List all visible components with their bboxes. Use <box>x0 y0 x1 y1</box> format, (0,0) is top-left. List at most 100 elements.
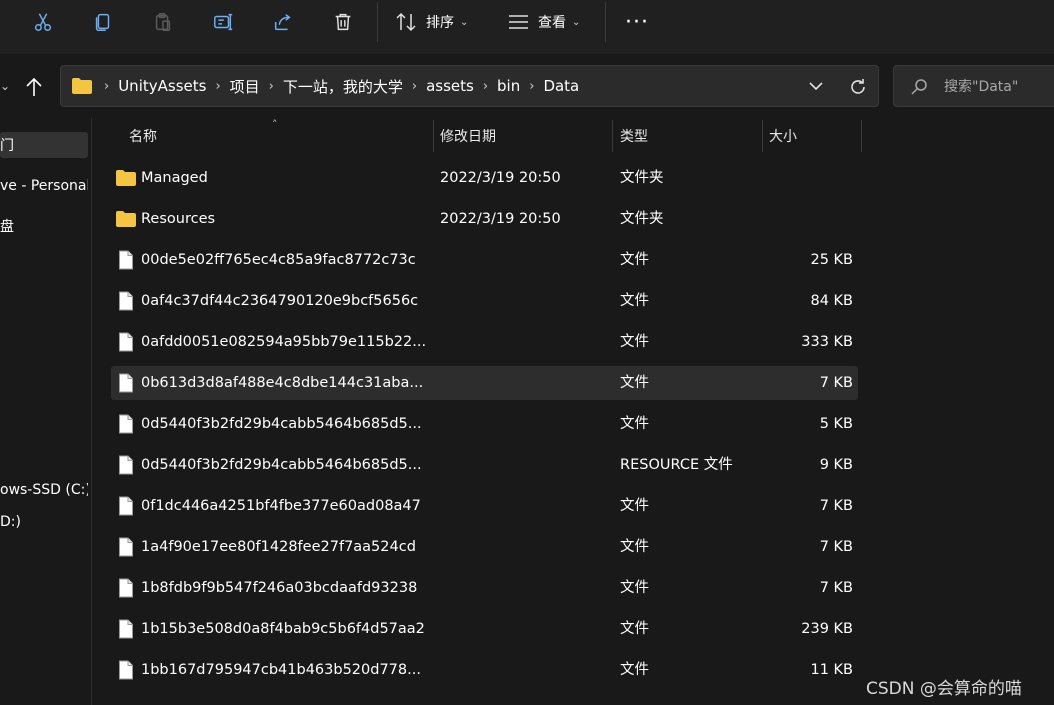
file-size <box>761 202 853 236</box>
view-icon <box>509 15 528 29</box>
sidebar-item-label: D:) <box>0 514 21 530</box>
file-type: 文件 <box>620 539 649 555</box>
file-row[interactable]: 1a4f90e17ee80f1428fee27f7aa524cd 文件 7 KB <box>111 530 858 564</box>
breadcrumb-item[interactable]: Data <box>543 77 579 95</box>
view-label: 查看 <box>538 15 566 31</box>
chevron-right-icon[interactable]: › <box>412 79 417 94</box>
file-size: 5 KB <box>819 416 853 432</box>
breadcrumb-item[interactable]: UnityAssets <box>118 77 206 95</box>
file-icon <box>119 414 133 434</box>
chevron-right-icon[interactable]: › <box>483 79 488 94</box>
toolbar-separator <box>605 2 606 42</box>
file-modified-date: 2022/3/19 20:50 <box>440 211 561 227</box>
file-type: 文件 <box>620 252 649 268</box>
chevron-right-icon[interactable]: › <box>269 79 274 94</box>
file-icon <box>119 496 133 516</box>
sort-icon <box>396 12 416 32</box>
file-row[interactable]: Resources 2022/3/19 20:50 文件夹 <box>111 202 858 236</box>
file-row[interactable]: 0afdd0051e082594a95bb79e115b22... 文件 333 K… <box>111 325 858 359</box>
file-type: 文件夹 <box>620 211 664 227</box>
watermark: CSDN @会算命的喵 <box>866 679 1022 699</box>
breadcrumb: › UnityAssets › 项目 › 下一站，我的大学 › assets ›… <box>95 66 579 106</box>
refresh-icon[interactable] <box>846 76 870 98</box>
breadcrumb-item[interactable]: bin <box>497 77 520 95</box>
navigation-pane: 门 ve - Personal 盘 ows-SSD (C:) D:) <box>0 118 90 705</box>
file-row[interactable]: 0af4c37df44c2364790120e9bcf5656c 文件 84 KB <box>111 284 858 318</box>
file-icon <box>119 660 133 680</box>
file-name: Managed <box>141 170 208 186</box>
sidebar-item[interactable]: D:) <box>0 509 88 535</box>
file-icon <box>119 537 133 557</box>
sort-menu-button[interactable]: 排序 ⌄ <box>396 8 468 36</box>
chevron-right-icon[interactable]: › <box>215 79 220 94</box>
sidebar-item[interactable]: ve - Personal <box>0 173 88 199</box>
cut-icon[interactable] <box>24 6 62 38</box>
column-separator[interactable] <box>861 120 862 152</box>
chevron-down-icon[interactable]: ⌄ <box>0 79 10 93</box>
file-name: 1b8fdb9f9b547f246a03bcdaafd93238 <box>141 580 418 596</box>
file-icon <box>119 455 133 475</box>
breadcrumb-item[interactable]: 下一站，我的大学 <box>283 76 403 97</box>
address-bar[interactable]: › UnityAssets › 项目 › 下一站，我的大学 › assets ›… <box>60 65 879 107</box>
file-size: 7 KB <box>819 580 853 596</box>
chevron-right-icon: › <box>104 78 110 94</box>
file-icon <box>119 291 133 311</box>
file-row[interactable]: Managed 2022/3/19 20:50 文件夹 <box>111 161 858 195</box>
folder-icon <box>116 170 136 186</box>
pane-divider[interactable] <box>91 118 92 705</box>
more-icon[interactable]: ··· <box>624 8 650 36</box>
search-icon <box>911 79 927 95</box>
share-icon[interactable] <box>264 6 302 38</box>
file-modified-date: 2022/3/19 20:50 <box>440 170 561 186</box>
file-size: 9 KB <box>819 457 853 473</box>
sort-label: 排序 <box>426 15 454 31</box>
file-type: 文件夹 <box>620 170 664 186</box>
file-icon <box>119 332 133 352</box>
folder-icon <box>116 211 136 227</box>
column-date[interactable]: 修改日期 <box>440 120 496 152</box>
file-name: Resources <box>141 211 216 227</box>
copy-icon[interactable] <box>84 6 122 38</box>
view-menu-button[interactable]: 查看 ⌄ <box>508 8 580 36</box>
breadcrumb-item[interactable]: assets <box>426 77 474 95</box>
paste-icon[interactable] <box>144 6 182 38</box>
search-box[interactable] <box>893 65 1054 107</box>
up-arrow-icon[interactable] <box>20 72 48 102</box>
chevron-down-icon: ⌄ <box>572 16 581 28</box>
file-row[interactable]: 00de5e02ff765ec4c85a9fac8772c73c 文件 25 KB <box>111 243 858 277</box>
search-input[interactable] <box>942 74 1054 100</box>
file-size: 7 KB <box>819 375 853 391</box>
column-separator[interactable] <box>762 120 763 152</box>
sidebar-item[interactable]: ows-SSD (C:) <box>0 477 88 503</box>
column-separator[interactable] <box>433 120 434 152</box>
sidebar-item[interactable]: 盘 <box>0 213 88 239</box>
file-type: 文件 <box>620 375 649 391</box>
chevron-right-icon[interactable]: › <box>529 79 534 94</box>
file-row[interactable]: 0d5440f3b2fd29b4cabb5464b685d5... RESOURC… <box>111 448 858 482</box>
delete-icon[interactable] <box>324 6 362 38</box>
file-row[interactable]: 0b613d3d8af488e4c8dbe144c31aba... 文件 7 KB <box>111 366 858 400</box>
file-name: 1b15b3e508d0a8f4bab9c5b6f4d57aa2 <box>141 621 425 637</box>
column-size[interactable]: 大小 <box>769 120 797 152</box>
file-name: 0afdd0051e082594a95bb79e115b22... <box>141 334 427 350</box>
command-bar: 排序 ⌄ 查看 ⌄ ··· <box>0 0 1054 54</box>
file-size: 84 KB <box>810 293 853 309</box>
column-separator[interactable] <box>612 120 613 152</box>
sidebar-item[interactable]: 门 <box>0 132 88 158</box>
column-name[interactable]: 名称 <box>129 120 157 152</box>
address-dropdown-icon[interactable] <box>806 76 826 96</box>
column-type[interactable]: 类型 <box>620 120 648 152</box>
file-icon <box>119 619 133 639</box>
file-size: 333 KB <box>801 334 853 350</box>
file-row[interactable]: 1bb167d795947cb41b463b520d778... 文件 11 KB <box>111 653 858 687</box>
toolbar-separator <box>377 2 378 42</box>
file-row[interactable]: 0d5440f3b2fd29b4cabb5464b685d5... 文件 5 KB <box>111 407 858 441</box>
file-type: 文件 <box>620 621 649 637</box>
file-row[interactable]: 1b15b3e508d0a8f4bab9c5b6f4d57aa2 文件 239 KB <box>111 612 858 646</box>
file-row[interactable]: 1b8fdb9f9b547f246a03bcdaafd93238 文件 7 KB <box>111 571 858 605</box>
rename-icon[interactable] <box>204 6 242 38</box>
file-name: 1bb167d795947cb41b463b520d778... <box>141 662 421 678</box>
file-row[interactable]: 0f1dc446a4251bf4fbe377e60ad08a47 文件 7 KB <box>111 489 858 523</box>
breadcrumb-item[interactable]: 项目 <box>230 76 260 97</box>
file-icon <box>119 250 133 270</box>
